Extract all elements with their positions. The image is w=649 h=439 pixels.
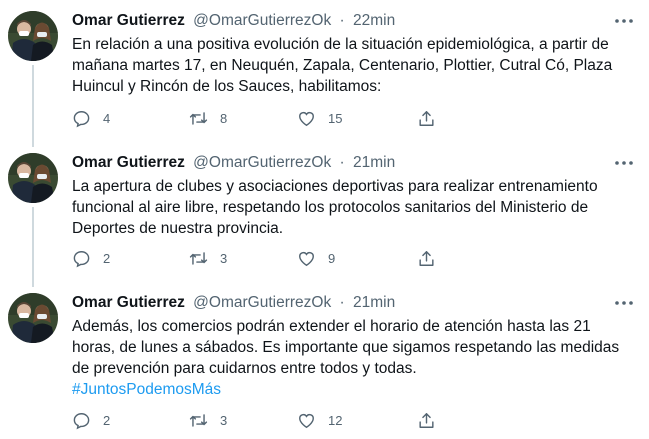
retweet-button[interactable]: 8 <box>189 107 227 129</box>
avatar[interactable] <box>8 153 58 203</box>
tweet-actions: 2 3 9 <box>72 247 552 269</box>
like-button[interactable]: 9 <box>297 247 335 269</box>
tweet-text: Además, los comercios podrán extender el… <box>72 316 634 400</box>
tweet-time[interactable]: 21min <box>353 154 395 171</box>
tweet[interactable]: Omar Gutierrez @OmarGutierrezOk · 21min … <box>0 282 649 439</box>
more-options-button[interactable] <box>613 154 635 172</box>
share-button[interactable] <box>417 107 436 129</box>
like-icon <box>299 413 314 428</box>
retweet-button[interactable]: 3 <box>189 247 227 269</box>
reply-button[interactable]: 2 <box>72 247 110 269</box>
tweet-text: En relación a una positiva evolución de … <box>72 34 634 97</box>
tweet-time[interactable]: 21min <box>353 294 395 311</box>
tweet-actions: 4 8 15 <box>72 107 552 129</box>
more-icon <box>615 19 633 23</box>
avatar[interactable] <box>8 11 58 61</box>
tweet[interactable]: Omar Gutierrez @OmarGutierrezOk · 21min … <box>0 142 649 287</box>
share-icon <box>419 412 434 428</box>
thread-connector-line <box>32 65 34 147</box>
retweet-count: 3 <box>220 250 228 266</box>
retweet-icon <box>189 251 208 265</box>
author-handle[interactable]: @OmarGutierrezOk <box>193 294 331 311</box>
share-icon <box>419 250 434 266</box>
author-name[interactable]: Omar Gutierrez <box>72 12 185 29</box>
retweet-icon <box>189 111 208 125</box>
tweet-header: Omar Gutierrez @OmarGutierrezOk · 22min <box>72 11 395 31</box>
reply-count: 2 <box>103 412 111 428</box>
retweet-icon <box>189 413 208 427</box>
reply-icon <box>73 412 90 429</box>
tweet-header: Omar Gutierrez @OmarGutierrezOk · 21min <box>72 293 395 313</box>
separator-dot: · <box>339 154 345 171</box>
like-icon <box>299 251 314 266</box>
tweet-header: Omar Gutierrez @OmarGutierrezOk · 21min <box>72 153 395 173</box>
more-options-button[interactable] <box>613 294 635 312</box>
like-icon <box>299 111 314 126</box>
reply-button[interactable]: 4 <box>72 107 110 129</box>
tweet-text-content: La apertura de clubes y asociaciones dep… <box>72 178 598 237</box>
reply-count: 2 <box>103 250 111 266</box>
author-handle[interactable]: @OmarGutierrezOk <box>193 154 331 171</box>
tweet-thread: Omar Gutierrez @OmarGutierrezOk · 22min … <box>0 0 649 439</box>
tweet-text-content: Además, los comercios podrán extender el… <box>72 318 620 377</box>
share-icon <box>419 110 434 126</box>
thread-connector-line <box>32 207 34 287</box>
retweet-count: 8 <box>220 110 228 126</box>
avatar-photo <box>8 153 58 203</box>
more-options-button[interactable] <box>613 12 635 30</box>
avatar[interactable] <box>8 293 58 343</box>
tweet-time[interactable]: 22min <box>353 12 395 29</box>
reply-button[interactable]: 2 <box>72 409 110 431</box>
reply-icon <box>73 110 90 127</box>
like-count: 9 <box>328 250 336 266</box>
tweet[interactable]: Omar Gutierrez @OmarGutierrezOk · 22min … <box>0 0 649 147</box>
more-icon <box>615 301 633 305</box>
share-button[interactable] <box>417 247 436 269</box>
like-button[interactable]: 15 <box>297 107 342 129</box>
like-count: 15 <box>328 110 343 126</box>
more-icon <box>615 161 633 165</box>
avatar-photo <box>8 293 58 343</box>
tweet-text: La apertura de clubes y asociaciones dep… <box>72 176 634 239</box>
avatar-photo <box>8 11 58 61</box>
like-count: 12 <box>328 412 343 428</box>
reply-icon <box>73 250 90 267</box>
share-button[interactable] <box>417 409 436 431</box>
retweet-count: 3 <box>220 412 228 428</box>
retweet-button[interactable]: 3 <box>189 409 227 431</box>
author-name[interactable]: Omar Gutierrez <box>72 294 185 311</box>
tweet-text-content: En relación a una positiva evolución de … <box>72 36 613 95</box>
reply-count: 4 <box>103 110 111 126</box>
hashtag-link[interactable]: #JuntosPodemosMás <box>72 379 634 400</box>
separator-dot: · <box>339 294 345 311</box>
separator-dot: · <box>339 12 345 29</box>
author-handle[interactable]: @OmarGutierrezOk <box>193 12 331 29</box>
tweet-actions: 2 3 12 <box>72 409 552 431</box>
like-button[interactable]: 12 <box>297 409 342 431</box>
author-name[interactable]: Omar Gutierrez <box>72 154 185 171</box>
